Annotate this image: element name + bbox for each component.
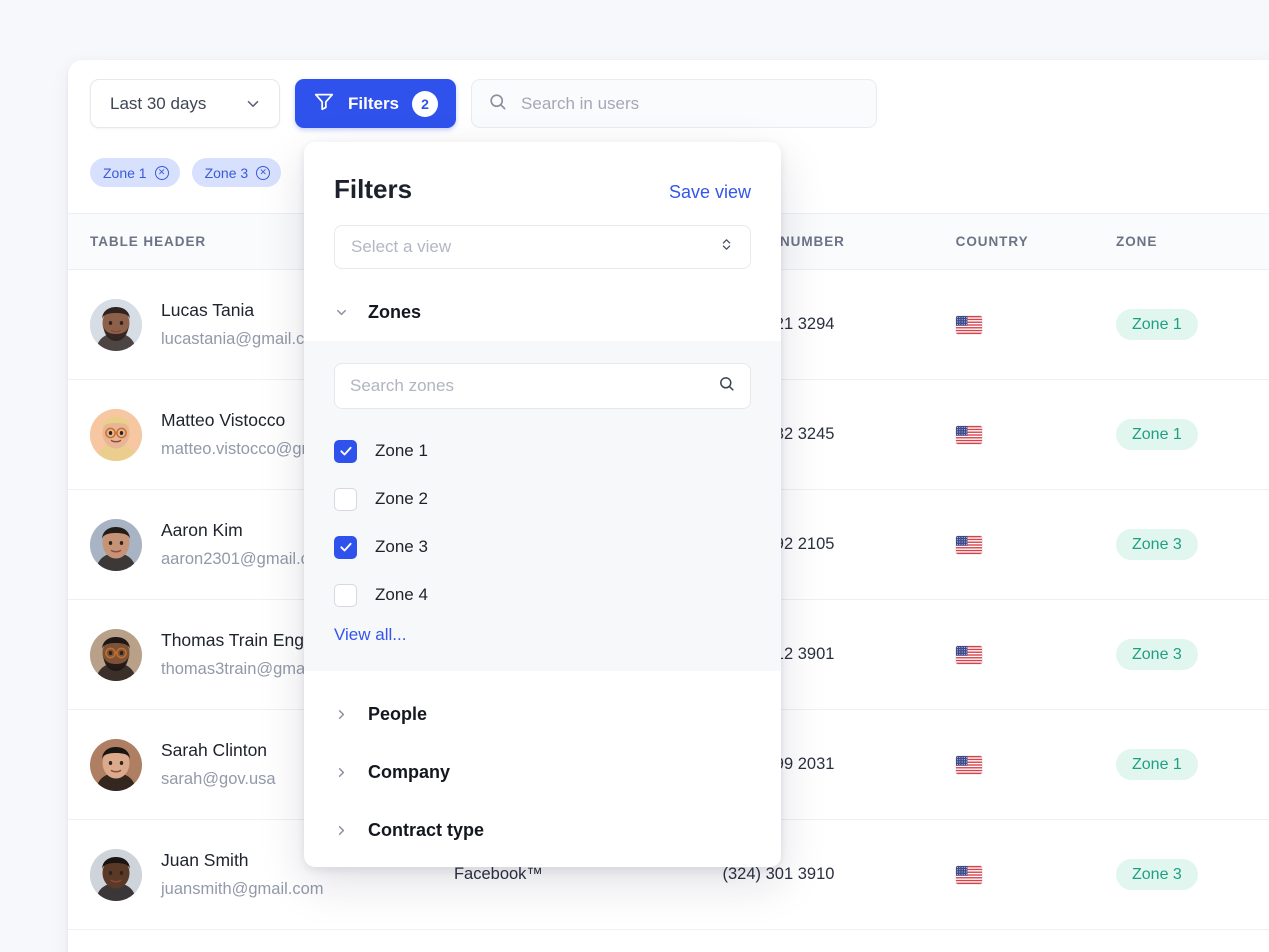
chevron-right-icon [334, 765, 349, 780]
zone-badge: Zone 3 [1116, 529, 1198, 560]
column-header-country: COUNTRY [956, 234, 1116, 249]
us-flag-icon [956, 316, 982, 334]
user-email: juansmith@gmail.com [161, 880, 324, 899]
cell-country [956, 756, 1116, 774]
avatar [90, 299, 142, 351]
filter-funnel-icon [313, 90, 335, 117]
view-all-zones-link[interactable]: View all... [334, 625, 406, 645]
chevron-right-icon [334, 823, 349, 838]
us-flag-icon [956, 866, 982, 884]
cell-country [956, 426, 1116, 444]
us-flag-icon [956, 756, 982, 774]
filters-panel-header: Filters Save view Select a view [304, 142, 781, 269]
chevron-right-icon [334, 707, 349, 722]
user-name: Lucas Tania [161, 300, 327, 321]
zone-badge: Zone 3 [1116, 639, 1198, 670]
filter-group-people-header[interactable]: People [304, 685, 781, 743]
cell-phone: (324) 301 3910 [723, 865, 956, 884]
user-name: Sarah Clinton [161, 740, 276, 761]
column-header-zone: ZONE [1116, 234, 1269, 249]
filter-group-company-header[interactable]: Company [304, 743, 781, 801]
filter-chip[interactable]: Zone 1 ✕ [90, 158, 180, 187]
filters-button-label: Filters [348, 94, 399, 114]
zone-option[interactable]: Zone 3 [334, 523, 751, 571]
close-icon[interactable]: ✕ [256, 166, 270, 180]
chevron-down-icon [334, 305, 349, 320]
checkbox-icon[interactable] [334, 584, 357, 607]
zone-badge: Zone 1 [1116, 749, 1198, 780]
cell-country [956, 646, 1116, 664]
user-email: sarah@gov.usa [161, 770, 276, 789]
avatar [90, 519, 142, 571]
avatar [90, 629, 142, 681]
app-root: Last 30 days Filters 2 Zone 1 ✕ Zone 3 [0, 0, 1269, 952]
collapsed-filter-groups: People Company Contract type [304, 671, 781, 859]
filter-group-label: Contract type [368, 820, 484, 841]
view-select-value: Select a view [351, 237, 451, 257]
filters-panel: Filters Save view Select a view Zones [304, 142, 781, 867]
avatar [90, 849, 142, 901]
active-filter-chips: Zone 1 ✕ Zone 3 ✕ [90, 158, 281, 187]
checkbox-checked-icon[interactable] [334, 440, 357, 463]
zone-option[interactable]: Zone 1 [334, 427, 751, 475]
zone-badge: Zone 3 [1116, 859, 1198, 890]
cell-zone: Zone 1 [1116, 749, 1269, 780]
search-icon [718, 375, 735, 397]
cell-zone: Zone 3 [1116, 639, 1269, 670]
zone-option-label: Zone 2 [375, 489, 428, 509]
chevron-down-icon [244, 95, 262, 113]
chevron-updown-icon [719, 237, 734, 257]
zone-option-label: Zone 4 [375, 585, 428, 605]
cell-zone: Zone 1 [1116, 309, 1269, 340]
cell-country [956, 866, 1116, 884]
zone-options-list: Zone 1 Zone 2 Zone 3 Zone 4 [334, 427, 751, 619]
filter-chip-label: Zone 3 [205, 165, 249, 181]
user-name: Juan Smith [161, 850, 324, 871]
filters-count-badge: 2 [412, 91, 438, 117]
avatar [90, 409, 142, 461]
cell-zone: Zone 3 [1116, 529, 1269, 560]
close-icon[interactable]: ✕ [155, 166, 169, 180]
search-icon [488, 92, 507, 116]
date-range-select[interactable]: Last 30 days [90, 79, 280, 128]
search-input[interactable] [521, 94, 860, 114]
filter-group-label: Company [368, 762, 450, 783]
save-view-link[interactable]: Save view [669, 182, 751, 203]
avatar [90, 739, 142, 791]
zone-badge: Zone 1 [1116, 309, 1198, 340]
checkbox-icon[interactable] [334, 488, 357, 511]
filter-group-zones-body: Zone 1 Zone 2 Zone 3 Zone 4 View all... [304, 341, 781, 671]
zone-badge: Zone 1 [1116, 419, 1198, 450]
zone-option-label: Zone 3 [375, 537, 428, 557]
zone-option[interactable]: Zone 2 [334, 475, 751, 523]
filter-group-contract-type-header[interactable]: Contract type [304, 801, 781, 859]
search-users-box[interactable] [471, 79, 877, 128]
filters-panel-title: Filters [334, 174, 412, 205]
cell-zone: Zone 1 [1116, 419, 1269, 450]
zone-search-box[interactable] [334, 363, 751, 409]
filter-group-zones-label: Zones [368, 302, 421, 323]
filter-chip[interactable]: Zone 3 ✕ [192, 158, 282, 187]
cell-country [956, 536, 1116, 554]
zone-option[interactable]: Zone 4 [334, 571, 751, 619]
us-flag-icon [956, 646, 982, 664]
cell-country [956, 316, 1116, 334]
filter-group-label: People [368, 704, 427, 725]
filters-button[interactable]: Filters 2 [295, 79, 456, 128]
cell-zone: Zone 3 [1116, 859, 1269, 890]
date-range-label: Last 30 days [110, 94, 206, 114]
checkbox-checked-icon[interactable] [334, 536, 357, 559]
filter-chip-label: Zone 1 [103, 165, 147, 181]
us-flag-icon [956, 536, 982, 554]
zone-option-label: Zone 1 [375, 441, 428, 461]
cell-company: Facebook™ [454, 865, 723, 884]
toolbar: Last 30 days Filters 2 [68, 60, 1269, 147]
us-flag-icon [956, 426, 982, 444]
user-email: lucastania@gmail.com [161, 330, 327, 349]
filter-group-zones-header[interactable]: Zones [304, 283, 781, 341]
zone-search-input[interactable] [350, 376, 718, 396]
view-select[interactable]: Select a view [334, 225, 751, 269]
